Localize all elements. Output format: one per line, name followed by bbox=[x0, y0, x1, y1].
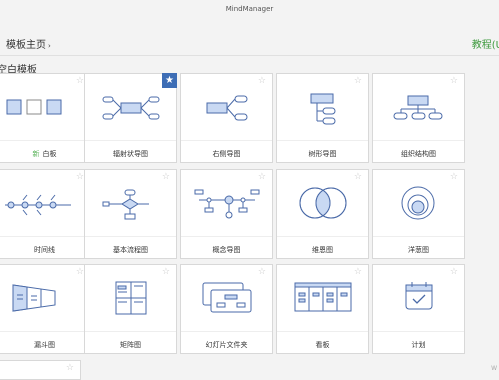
favorite-star-icon[interactable]: ☆ bbox=[354, 268, 362, 277]
template-card-funnel[interactable]: ☆ 漏斗图 bbox=[0, 264, 91, 354]
card-separator bbox=[277, 140, 368, 141]
template-label: 计划 bbox=[411, 341, 426, 349]
template-label: 漏斗图 bbox=[34, 341, 55, 349]
favorite-star-icon[interactable]: ☆ bbox=[66, 364, 74, 373]
card-separator bbox=[181, 331, 272, 332]
favorite-star-icon[interactable]: ☆ bbox=[76, 268, 84, 277]
favorite-star-icon[interactable]: ☆ bbox=[450, 77, 458, 86]
card-separator bbox=[181, 140, 272, 141]
home-link[interactable]: 模板主页 bbox=[6, 40, 46, 51]
favorite-star-icon[interactable]: ☆ bbox=[354, 77, 362, 86]
template-label: 基本流程图 bbox=[113, 246, 148, 254]
card-separator bbox=[373, 331, 464, 332]
template-label: 看板 bbox=[315, 341, 330, 349]
favorite-star-icon[interactable]: ☆ bbox=[76, 173, 84, 182]
card-separator bbox=[0, 331, 90, 332]
template-card-org-chart[interactable]: ☆ 组织结构图 bbox=[372, 73, 465, 163]
tutorial-link[interactable]: 教程(U bbox=[472, 36, 499, 51]
card-separator bbox=[85, 331, 176, 332]
favorite-star-icon[interactable]: ☆ bbox=[258, 268, 266, 277]
favorite-star-icon[interactable]: ☆ bbox=[258, 173, 266, 182]
template-label: 右侧导图 bbox=[212, 150, 241, 158]
favorite-star-icon[interactable]: ☆ bbox=[162, 173, 170, 182]
window-title: MindManager bbox=[225, 5, 274, 13]
template-label: 树形导图 bbox=[308, 150, 337, 158]
template-label: 时间线 bbox=[34, 246, 55, 254]
template-label: 概念导图 bbox=[212, 246, 241, 254]
favorite-star-icon[interactable]: ☆ bbox=[162, 268, 170, 277]
template-card-slide-folder[interactable]: ☆ 幻灯片文件夹 bbox=[180, 264, 273, 354]
card-separator bbox=[0, 140, 90, 141]
template-card-flowchart[interactable]: ☆ 基本流程图 bbox=[84, 169, 177, 259]
template-label: 组织结构图 bbox=[401, 150, 436, 158]
breadcrumb[interactable]: 模板主页 › bbox=[6, 36, 51, 51]
favorite-star-icon[interactable]: ☆ bbox=[450, 173, 458, 182]
favorite-star-icon[interactable]: ☆ bbox=[76, 77, 84, 86]
template-label: 洋葱图 bbox=[408, 246, 429, 254]
card-separator bbox=[277, 331, 368, 332]
card-separator bbox=[85, 236, 176, 237]
template-card-timeline[interactable]: ☆ 时间线 bbox=[0, 169, 91, 259]
card-separator bbox=[277, 236, 368, 237]
favorite-star-icon[interactable]: ☆ bbox=[258, 77, 266, 86]
template-label: 幻灯片文件夹 bbox=[205, 341, 248, 349]
template-card-radial-map[interactable]: ★ 辐射状导图 bbox=[84, 73, 177, 163]
template-card-whiteboard[interactable]: ☆ 新白板 bbox=[0, 73, 91, 163]
card-separator bbox=[373, 140, 464, 141]
chevron-right-icon: › bbox=[48, 42, 51, 50]
card-separator bbox=[181, 236, 272, 237]
template-label: 矩阵图 bbox=[120, 341, 141, 349]
template-card-onion[interactable]: ☆ 洋葱图 bbox=[372, 169, 465, 259]
template-label: 辐射状导图 bbox=[113, 150, 148, 158]
card-separator bbox=[0, 236, 90, 237]
favorite-star-icon[interactable]: ☆ bbox=[354, 173, 362, 182]
template-card-matrix[interactable]: ☆ 矩阵图 bbox=[84, 264, 177, 354]
divider bbox=[0, 55, 499, 56]
new-badge: 新 bbox=[32, 150, 40, 158]
card-separator bbox=[373, 236, 464, 237]
template-card-tree-map[interactable]: ☆ 树形导图 bbox=[276, 73, 369, 163]
template-label: 新白板 bbox=[32, 150, 57, 158]
template-card-concept-map[interactable]: ☆ 概念导图 bbox=[180, 169, 273, 259]
template-card-partial[interactable]: ☆ bbox=[0, 360, 81, 380]
favorite-star-icon[interactable]: ☆ bbox=[450, 268, 458, 277]
template-card-plan[interactable]: ☆ 计划 bbox=[372, 264, 465, 354]
watermark: W bbox=[491, 365, 497, 372]
starred-badge-icon[interactable]: ★ bbox=[162, 73, 177, 88]
template-label: 维恩图 bbox=[312, 246, 333, 254]
card-separator bbox=[85, 140, 176, 141]
title-bar: MindManager bbox=[0, 0, 499, 22]
template-card-venn[interactable]: ☆ 维恩图 bbox=[276, 169, 369, 259]
template-card-right-map[interactable]: ☆ 右侧导图 bbox=[180, 73, 273, 163]
template-card-kanban[interactable]: ☆ 看板 bbox=[276, 264, 369, 354]
